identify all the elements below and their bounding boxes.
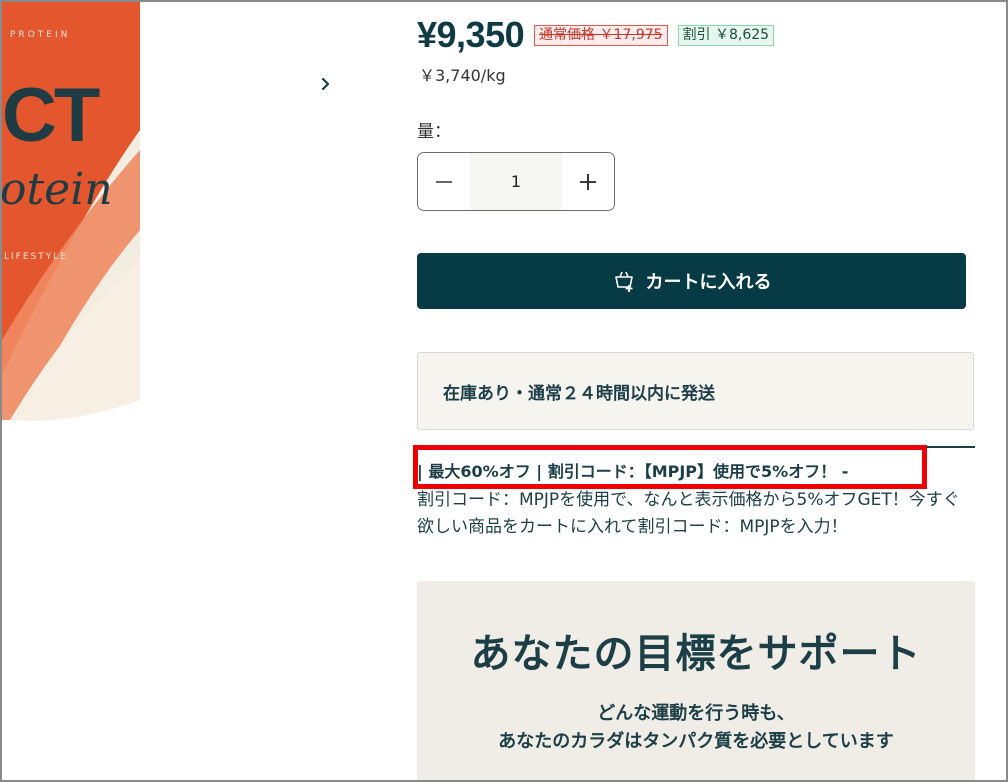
quantity-label: 量： xyxy=(417,122,451,142)
product-bag-image xyxy=(0,0,140,421)
quantity-stepper: 1 xyxy=(417,152,615,211)
promo-body: 割引コード：MPJPを使用で、なんと表示価格から5%オフGET！今すぐ欲しい商品… xyxy=(417,490,960,537)
product-details: ¥9,350 通常価格 ￥17,975 割引 ￥8,625 ￥3,740/kg … xyxy=(417,0,977,782)
chevron-right-icon xyxy=(321,77,330,91)
quantity-input[interactable]: 1 xyxy=(470,153,562,210)
minus-icon xyxy=(436,180,452,183)
bag-script-word: otein xyxy=(0,164,113,215)
add-to-cart-label: カートに入れる xyxy=(645,272,772,293)
stock-status: 在庫あり・通常２４時間以内に発送 xyxy=(417,352,974,430)
unit-price: ￥3,740/kg xyxy=(419,66,506,85)
banner-subtitle-line1: どんな運動を行う時も、 xyxy=(597,703,795,724)
cart-add-icon xyxy=(614,271,633,292)
banner-title: あなたの目標をサポート xyxy=(470,631,922,677)
bag-tagline: LIFESTYLE xyxy=(4,252,68,262)
carousel-next-button[interactable] xyxy=(304,62,348,106)
price-row: ¥9,350 通常価格 ￥17,975 割引 ￥8,625 xyxy=(417,14,775,56)
sale-price: ¥9,350 xyxy=(417,14,525,55)
bag-main-word: CT xyxy=(2,73,100,158)
product-image-carousel[interactable]: PROTEIN CT otein LIFESTYLE xyxy=(0,0,352,782)
promo-banner: あなたの目標をサポート どんな運動を行う時も、 あなたのカラダはタンパク質を必要… xyxy=(417,581,975,782)
regular-price-badge: 通常価格 ￥17,975 xyxy=(534,24,668,46)
quantity-decrease-button[interactable] xyxy=(418,153,470,210)
bag-brand-text: PROTEIN xyxy=(10,30,71,40)
promo-highlight-box xyxy=(413,445,927,489)
banner-subtitle-line2: あなたのカラダはタンパク質を必要としています xyxy=(498,731,894,752)
plus-icon xyxy=(580,173,596,190)
quantity-increase-button[interactable] xyxy=(562,153,614,210)
add-to-cart-button[interactable]: カートに入れる xyxy=(417,253,966,309)
discount-badge: 割引 ￥8,625 xyxy=(677,24,775,46)
stock-status-text: 在庫あり・通常２４時間以内に発送 xyxy=(443,383,715,404)
